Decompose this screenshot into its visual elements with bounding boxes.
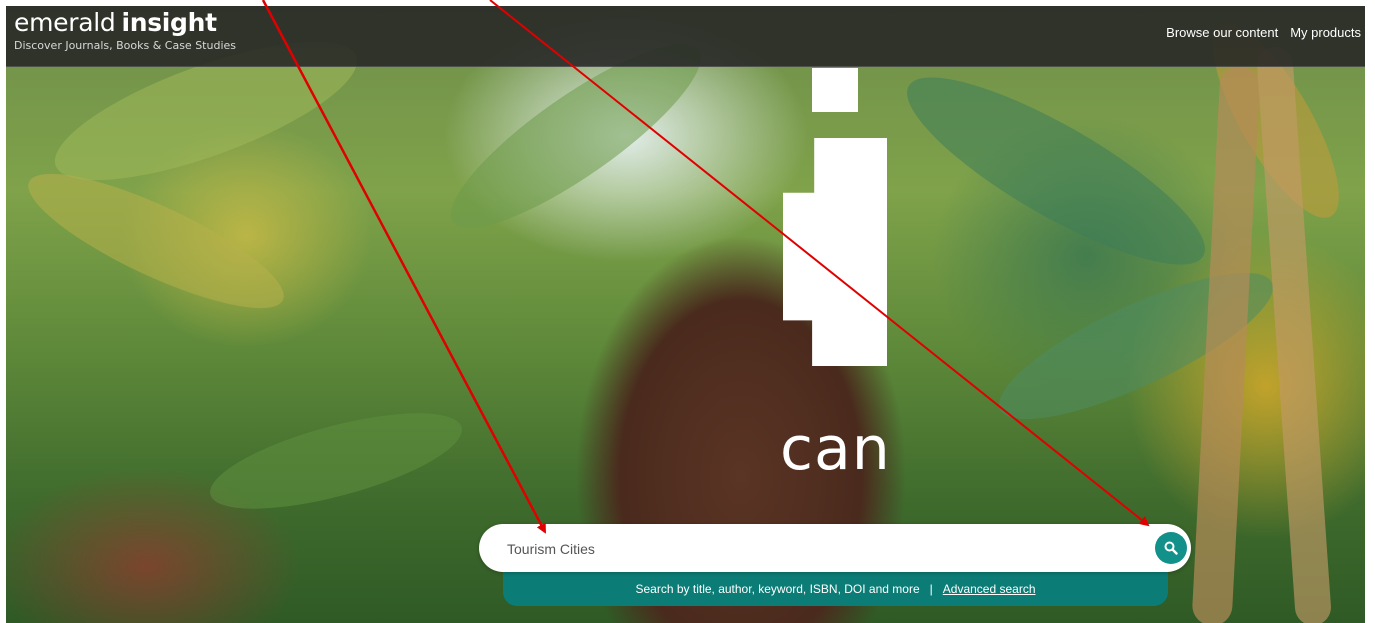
site-logo[interactable]: emerald insight Discover Journals, Books … xyxy=(14,8,236,53)
nav-browse-our-content[interactable]: Browse our content xyxy=(1166,25,1278,40)
nav-my-products[interactable]: My products xyxy=(1290,25,1361,40)
search-hint: Search by title, author, keyword, ISBN, … xyxy=(503,582,1168,596)
search-hint-text: Search by title, author, keyword, ISBN, … xyxy=(635,582,920,596)
logo-text-light: emerald xyxy=(14,8,116,37)
search-input[interactable] xyxy=(505,536,1109,562)
top-navigation-bar: emerald insight Discover Journals, Books … xyxy=(6,6,1365,67)
hero-word: can xyxy=(780,414,891,484)
logo-text-bold: insight xyxy=(121,8,217,37)
top-nav-links: Browse our content My products xyxy=(1166,25,1361,40)
search-box xyxy=(479,524,1191,572)
search-icon xyxy=(1164,541,1178,555)
logo-tagline: Discover Journals, Books & Case Studies xyxy=(14,39,236,52)
advanced-search-link[interactable]: Advanced search xyxy=(943,582,1036,596)
hint-separator: | xyxy=(929,582,933,596)
search-button[interactable] xyxy=(1155,532,1187,564)
hero-letter-i-dot xyxy=(812,68,858,112)
